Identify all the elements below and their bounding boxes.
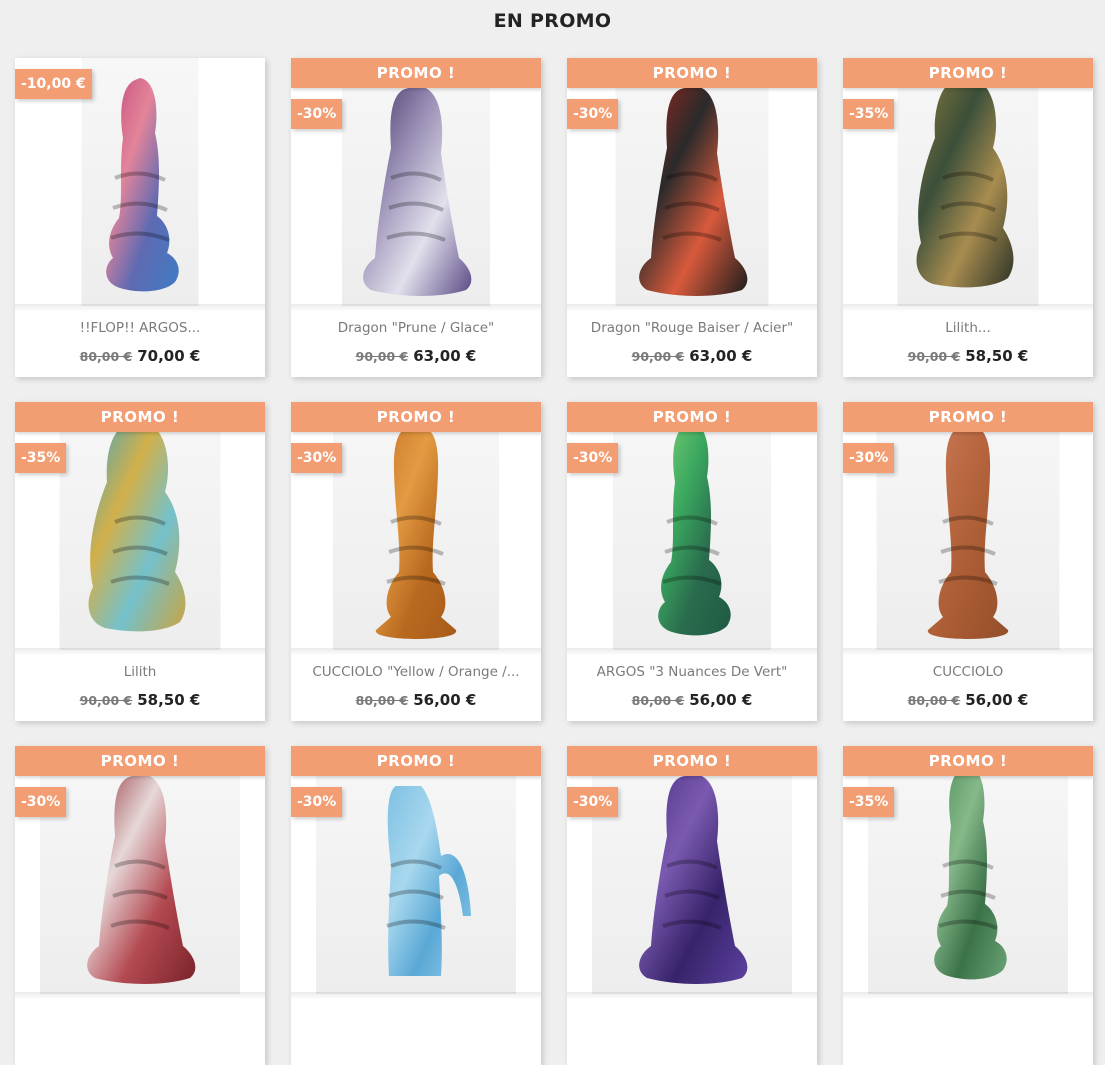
discount-badge: -35%: [843, 99, 895, 129]
product-prices: 90,00 € 63,00 €: [291, 346, 541, 365]
sale-price: 58,50 €: [137, 691, 201, 709]
discount-badge: -30%: [567, 443, 619, 473]
product-card[interactable]: PROMO ! -35% Lilith... 90,00 € 58,50 €: [843, 58, 1093, 377]
image-divider: [291, 648, 541, 656]
product-image[interactable]: [843, 402, 1093, 650]
product-name-link[interactable]: !!FLOP!! ARGOS...: [15, 320, 265, 336]
promo-flag: PROMO !: [291, 746, 541, 776]
discount-badge: -10,00 €: [15, 69, 92, 99]
discount-badge: -30%: [843, 443, 895, 473]
product-card[interactable]: PROMO ! -30%: [567, 746, 817, 1065]
promo-flag: PROMO !: [567, 402, 817, 432]
image-divider: [15, 304, 265, 312]
section-title: EN PROMO: [493, 10, 612, 32]
product-card[interactable]: PROMO ! -30% Dragon "Rouge Baiser / Acier"…: [567, 58, 817, 377]
promo-flag: PROMO !: [15, 402, 265, 432]
discount-badge: -30%: [291, 443, 343, 473]
product-name-link[interactable]: Lilith: [15, 664, 265, 680]
product-name-link[interactable]: Lilith...: [843, 320, 1093, 336]
product-name-link[interactable]: Dragon "Rouge Baiser / Acier": [567, 320, 817, 336]
product-prices: 80,00 € 56,00 €: [291, 690, 541, 709]
regular-price: 90,00 €: [79, 693, 133, 708]
image-divider: [291, 992, 541, 1000]
product-image[interactable]: [291, 58, 541, 306]
regular-price: 90,00 €: [907, 349, 961, 364]
product-prices: 80,00 € 56,00 €: [567, 690, 817, 709]
product-card[interactable]: PROMO ! -30% CUCCIOLO "Yellow / Orange /..…: [291, 402, 541, 721]
product-image[interactable]: [843, 58, 1093, 306]
image-divider: [291, 304, 541, 312]
discount-badge: -30%: [15, 787, 67, 817]
product-name-link[interactable]: CUCCIOLO: [843, 664, 1093, 680]
sale-price: 56,00 €: [965, 691, 1029, 709]
promo-flag: PROMO !: [843, 58, 1093, 88]
discount-badge: -30%: [567, 787, 619, 817]
product-image[interactable]: [15, 746, 265, 994]
regular-price: 80,00 €: [79, 349, 133, 364]
image-divider: [567, 648, 817, 656]
product-image[interactable]: [567, 58, 817, 306]
promo-flag: PROMO !: [843, 746, 1093, 776]
product-name-link[interactable]: Dragon "Prune / Glace": [291, 320, 541, 336]
image-divider: [843, 992, 1093, 1000]
product-image[interactable]: [291, 402, 541, 650]
regular-price: 80,00 €: [907, 693, 961, 708]
product-prices: 90,00 € 58,50 €: [843, 346, 1093, 365]
product-card[interactable]: PROMO ! -30% CUCCIOLO 80,00 € 56,00 €: [843, 402, 1093, 721]
discount-badge: -30%: [291, 787, 343, 817]
regular-price: 90,00 €: [631, 349, 685, 364]
regular-price: 80,00 €: [631, 693, 685, 708]
product-name-link[interactable]: ARGOS "3 Nuances De Vert": [567, 664, 817, 680]
product-card[interactable]: PROMO ! -30%: [15, 746, 265, 1065]
product-prices: 90,00 € 58,50 €: [15, 690, 265, 709]
product-card[interactable]: PROMO ! -30% Dragon "Prune / Glace" 90,00 €…: [291, 58, 541, 377]
product-prices: 80,00 € 70,00 €: [15, 346, 265, 365]
promo-flag: PROMO !: [843, 402, 1093, 432]
product-prices: 90,00 € 63,00 €: [567, 346, 817, 365]
sale-price: 56,00 €: [413, 691, 477, 709]
image-divider: [567, 992, 817, 1000]
sale-price: 63,00 €: [689, 347, 753, 365]
product-image[interactable]: [291, 746, 541, 994]
product-card[interactable]: PROMO ! -30% ARGOS "3 Nuances De Vert" 80,0…: [567, 402, 817, 721]
regular-price: 80,00 €: [355, 693, 409, 708]
product-card[interactable]: PROMO ! -35% Lilith 90,00 € 58,50 €: [15, 402, 265, 721]
image-divider: [15, 992, 265, 1000]
promo-flag: PROMO !: [567, 58, 817, 88]
promo-flag: PROMO !: [291, 58, 541, 88]
discount-badge: -35%: [843, 787, 895, 817]
regular-price: 90,00 €: [355, 349, 409, 364]
image-divider: [567, 304, 817, 312]
sale-price: 70,00 €: [137, 347, 201, 365]
discount-badge: -30%: [567, 99, 619, 129]
sale-price: 56,00 €: [689, 691, 753, 709]
promo-flag: PROMO !: [291, 402, 541, 432]
discount-badge: -35%: [15, 443, 67, 473]
image-divider: [843, 304, 1093, 312]
product-image[interactable]: [567, 402, 817, 650]
product-image[interactable]: [567, 746, 817, 994]
product-card[interactable]: -10,00 € !!FLOP!! ARGOS... 80,00 € 70,00 €: [15, 58, 265, 377]
product-name-link[interactable]: CUCCIOLO "Yellow / Orange /...: [291, 664, 541, 680]
promo-flag: PROMO !: [15, 746, 265, 776]
discount-badge: -30%: [291, 99, 343, 129]
product-image[interactable]: [15, 402, 265, 650]
product-card[interactable]: PROMO ! -30%: [291, 746, 541, 1065]
product-card[interactable]: PROMO ! -35%: [843, 746, 1093, 1065]
image-divider: [843, 648, 1093, 656]
sale-price: 58,50 €: [965, 347, 1029, 365]
sale-price: 63,00 €: [413, 347, 477, 365]
image-divider: [15, 648, 265, 656]
product-prices: 80,00 € 56,00 €: [843, 690, 1093, 709]
product-image[interactable]: [843, 746, 1093, 994]
promo-flag: PROMO !: [567, 746, 817, 776]
